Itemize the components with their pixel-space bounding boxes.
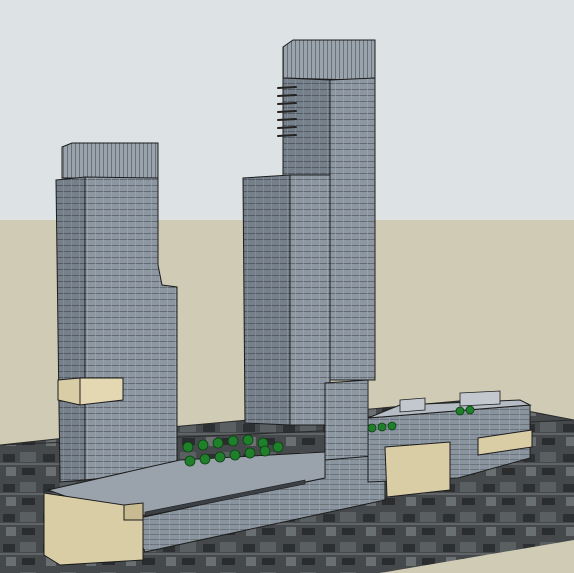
right-tower-lower-front xyxy=(242,174,291,426)
rooftop-box-1 xyxy=(399,397,426,413)
right-tower-upper-side xyxy=(329,77,376,381)
rooftop-box-2 xyxy=(459,390,501,407)
podium-stone-left-side xyxy=(123,502,144,521)
left-tower-stone-band-side xyxy=(79,377,124,406)
right-tower-lower-side xyxy=(289,174,331,426)
left-tower-stone-band-front xyxy=(57,377,81,406)
podium-stone-right xyxy=(384,441,451,498)
right-tower-crown xyxy=(282,39,376,81)
model-viewport[interactable] xyxy=(0,0,574,573)
left-tower-crown xyxy=(61,142,159,179)
left-tower-front xyxy=(55,176,86,483)
3d-scene[interactable] xyxy=(0,0,574,573)
